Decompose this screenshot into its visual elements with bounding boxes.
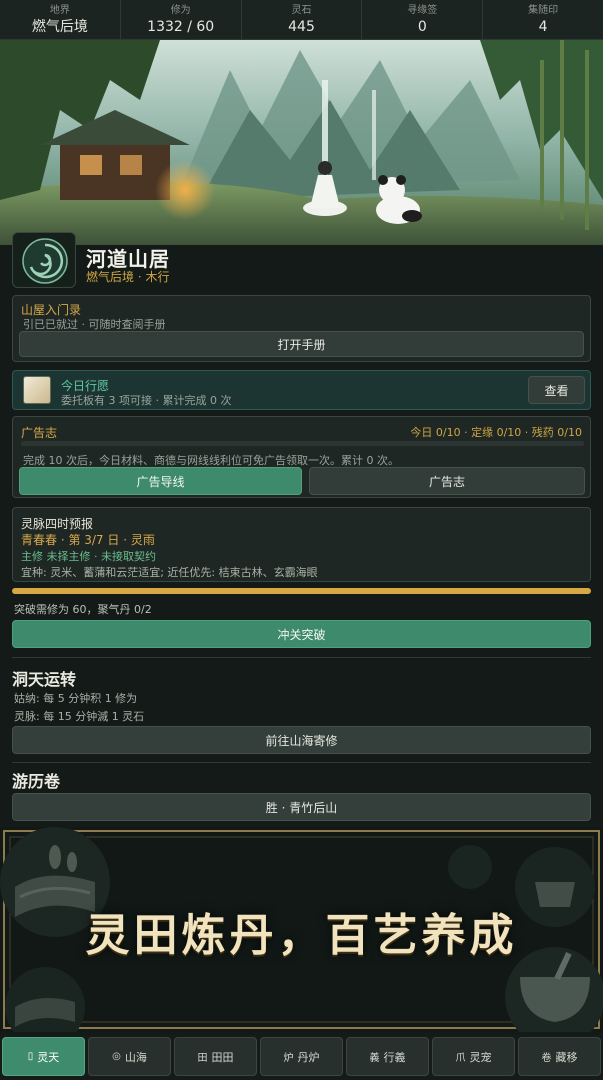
breakthrough-text: 突破需修为 60，聚气丹 0/2 [14,603,152,616]
ads-progress-bar [21,441,584,446]
cave-line-1: 姑纳: 每 5 分钟积 1 修为 [14,692,138,705]
view-vow-button[interactable]: 查看 [528,376,585,404]
hero-scene-image [0,40,603,245]
stat-value: 4 [538,19,548,35]
nav-icon: 卷 [541,1053,552,1064]
ad-log-button[interactable]: 广告志 [309,467,585,495]
location-emblem [12,232,76,288]
forecast-status: 主修 未择主修 · 未接取契约 [21,550,156,563]
tab-alchemy[interactable]: 炉 丹炉 [260,1037,343,1076]
scroll-icon [23,376,51,404]
nav-icon: 爪 [455,1053,466,1064]
stat-cultivation: 修为 1332 / 60 [121,0,242,39]
stat-fate-tokens: 寻缘签 0 [362,0,484,39]
tab-label: 田田 [211,1050,234,1064]
nav-icon: ◎ [112,1051,121,1062]
tab-label: 灵宠 [469,1050,492,1064]
stat-label: 修为 [170,5,191,16]
stat-label: 寻缘签 [407,5,438,16]
tab-deeds[interactable]: 義 行義 [346,1037,429,1076]
promo-text: 灵田炼丹，百艺养成 [85,910,518,961]
open-manual-button[interactable]: 打开手册 [19,331,584,357]
cave-line-2: 灵脉: 每 15 分钟滅 1 灵石 [14,710,145,723]
travel-destination-button[interactable]: 胜 · 青竹后山 [12,793,591,821]
guide-desc: 引已已就过 · 可随时查阅手册 [23,318,166,331]
stat-value: 燃气后境 [31,19,88,35]
forecast-season: 青春春 · 第 3/7 日 · 灵雨 [21,533,155,547]
nav-icon: ▯ [27,1051,34,1062]
guide-card: 山屋入门录 引已已就过 · 可随时查阅手册 打开手册 [12,295,591,362]
stat-value: 1332 / 60 [147,19,215,35]
location-subtitle: 燃气后境 · 木行 [86,270,170,284]
nav-icon: 田 [197,1053,208,1064]
tab-label: 山海 [124,1050,147,1064]
forecast-title: 灵脉四时预报 [21,517,94,531]
promo-banner: 灵田炼丹，百艺养成 [0,827,603,1032]
ads-title: 广告志 [21,426,58,440]
breakthrough-progress-bar [12,588,591,594]
forecast-card: 灵脉四时预报 青春春 · 第 3/7 日 · 灵雨 主修 未择主修 · 未接取契… [12,507,591,582]
section-divider [12,762,591,763]
breakthrough-button[interactable]: 冲关突破 [12,620,591,648]
tab-lingtian[interactable]: ▯ 灵天 [2,1037,85,1076]
tab-fields[interactable]: 田 田田 [174,1037,257,1076]
section-divider [12,657,591,658]
tab-pets[interactable]: 爪 灵宠 [432,1037,515,1076]
stat-seals: 集随印 4 [483,0,603,39]
bottom-nav: ▯ 灵天 ◎ 山海 田 田田 炉 丹炉 義 行義 爪 灵宠 卷 藏移 [0,1035,603,1080]
vow-desc: 委托板有 3 项可接 · 累计完成 0 次 [61,394,232,407]
tab-shanhai[interactable]: ◎ 山海 [88,1037,171,1076]
tab-archive[interactable]: 卷 藏移 [518,1037,601,1076]
go-mountain-sea-button[interactable]: 前往山海寄修 [12,726,591,754]
tab-label: 藏移 [555,1050,578,1064]
ads-card: 广告志 今日 0/10 · 定缘 0/10 · 残药 0/10 完成 10 次后… [12,416,591,498]
nav-icon: 炉 [283,1053,294,1064]
stat-realm: 地界 燃气后境 [0,0,121,39]
forecast-advice: 宜种: 灵米、蓄蒲和云茫适宜; 近任优先: 桔束古林、玄霸海眼 [21,566,318,579]
ads-progress-text: 今日 0/10 · 定缘 0/10 · 残药 0/10 [410,426,582,439]
stat-label: 集随印 [528,5,559,16]
stat-label: 灵石 [291,5,312,16]
stat-spirit-stones: 灵石 445 [242,0,363,39]
cave-section-title: 洞天运转 [12,670,77,689]
stat-value: 445 [288,19,315,35]
stat-label: 地界 [49,5,70,16]
top-stat-bar: 地界 燃气后境 修为 1332 / 60 灵石 445 寻缘签 0 集随印 4 [0,0,603,40]
stat-value: 0 [417,19,427,35]
daily-vow-card: 今日行愿 委托板有 3 项可接 · 累计完成 0 次 查看 [12,370,591,410]
tab-label: 灵天 [37,1050,60,1064]
nav-icon: 義 [369,1053,380,1064]
ad-guide-button[interactable]: 广告导线 [19,467,302,495]
travel-section-title: 游历卷 [12,772,61,791]
ads-desc: 完成 10 次后，今日材料、商德与网线线利位可免广告领取一次。累计 0 次。 [23,454,399,467]
tab-label: 丹炉 [297,1050,320,1064]
tab-label: 行義 [383,1050,406,1064]
